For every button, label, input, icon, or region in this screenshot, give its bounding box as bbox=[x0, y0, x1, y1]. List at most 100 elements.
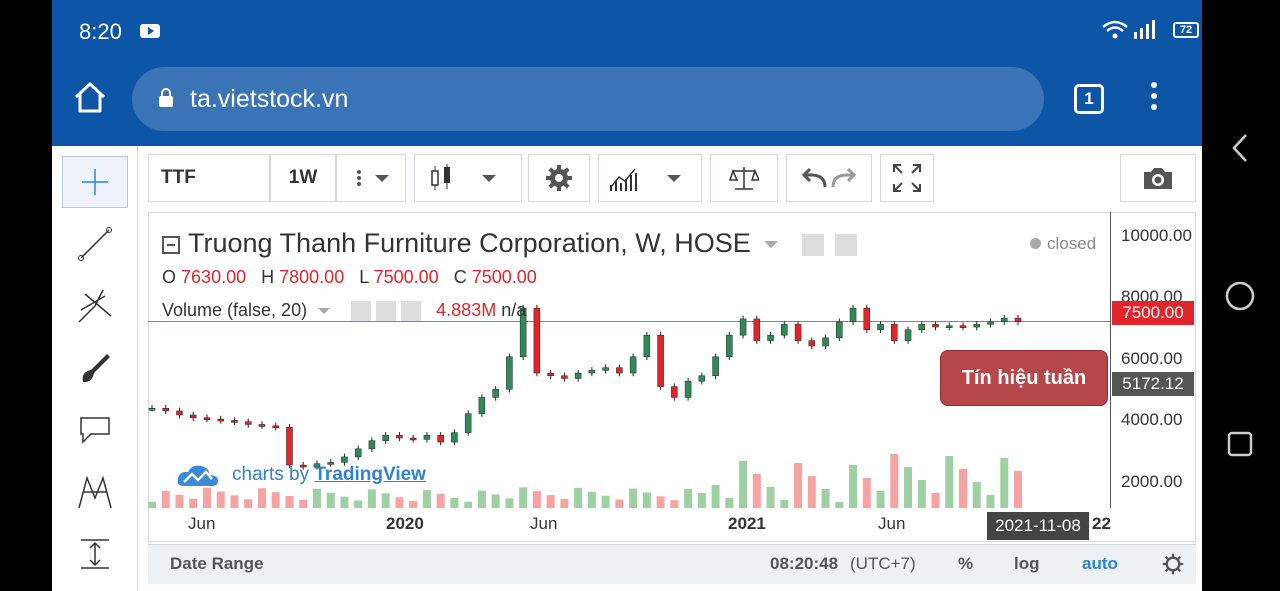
browser-menu-icon[interactable] bbox=[1149, 82, 1159, 116]
battery-icon: 72 bbox=[1173, 22, 1199, 38]
candle-body bbox=[464, 413, 472, 433]
candle-body bbox=[918, 324, 926, 331]
volume-bar bbox=[945, 456, 954, 508]
pitchfork-icon bbox=[78, 289, 112, 323]
tradingview-branding[interactable]: charts by TradingView bbox=[176, 462, 426, 488]
high-label: H bbox=[261, 267, 275, 287]
candle-body bbox=[849, 307, 857, 322]
volume-bar bbox=[794, 463, 803, 508]
interval-button[interactable]: 1W bbox=[270, 154, 336, 202]
candle-body bbox=[368, 440, 376, 450]
compare-button[interactable] bbox=[710, 154, 778, 202]
volume-bar bbox=[189, 498, 198, 508]
gear-icon[interactable] bbox=[835, 233, 858, 256]
volume-bar bbox=[931, 493, 940, 508]
volume-bar bbox=[876, 491, 885, 508]
tab-switcher-button[interactable]: 1 bbox=[1074, 84, 1104, 114]
eye-icon[interactable] bbox=[801, 233, 824, 256]
volume-bar bbox=[656, 496, 665, 508]
candle-body bbox=[574, 372, 582, 379]
candle-body bbox=[162, 407, 169, 412]
volume-bar bbox=[670, 500, 679, 508]
url-bar[interactable]: ta.vietstock.vn bbox=[132, 67, 1044, 131]
timezone-button[interactable]: (UTC+7) bbox=[850, 554, 916, 574]
pattern-tool[interactable] bbox=[62, 466, 128, 518]
volume-bar bbox=[340, 496, 349, 508]
volume-bar bbox=[395, 497, 404, 508]
percent-toggle[interactable]: % bbox=[958, 554, 973, 574]
x-tick: Jun bbox=[530, 514, 558, 533]
gear-icon[interactable] bbox=[1162, 553, 1184, 575]
volume-bar bbox=[904, 467, 913, 508]
volume-bar bbox=[381, 493, 390, 508]
recents-icon[interactable] bbox=[1226, 430, 1254, 458]
pitchfork-tool[interactable] bbox=[62, 280, 128, 332]
high-value: 7800.00 bbox=[279, 267, 345, 287]
signal-icon bbox=[1134, 20, 1155, 39]
wifi-icon bbox=[1102, 20, 1128, 39]
candle-body bbox=[1001, 317, 1008, 322]
symbol-input[interactable]: TTF bbox=[148, 154, 270, 202]
home-circle-icon[interactable] bbox=[1224, 280, 1256, 312]
volume-bar bbox=[986, 495, 995, 508]
brush-tool[interactable] bbox=[62, 342, 128, 394]
volume-bar bbox=[601, 495, 610, 508]
price-axis[interactable]: 10000.00 8000.00 6000.00 4000.00 2000.00 bbox=[1110, 212, 1196, 508]
candle-body bbox=[863, 307, 871, 331]
volume-bar bbox=[244, 499, 253, 508]
candle-body bbox=[217, 418, 224, 422]
candle-body bbox=[244, 421, 252, 425]
candle-body bbox=[987, 321, 994, 325]
close-icon[interactable] bbox=[401, 301, 422, 322]
crosshair-tool[interactable] bbox=[62, 156, 128, 208]
undo-icon[interactable] bbox=[799, 165, 829, 191]
chart-type-button[interactable] bbox=[414, 154, 522, 202]
candle-body bbox=[739, 318, 747, 336]
volume-bar bbox=[450, 497, 459, 508]
indicators-button[interactable] bbox=[598, 154, 702, 202]
date-range-button[interactable]: Date Range bbox=[170, 554, 264, 574]
eye-icon[interactable] bbox=[351, 301, 372, 322]
volume-bar bbox=[739, 461, 748, 508]
candle-body bbox=[492, 389, 499, 398]
volume-value: 4.883M bbox=[436, 300, 497, 320]
candle-body bbox=[533, 307, 541, 374]
chevron-down-icon[interactable] bbox=[318, 308, 331, 315]
measure-tool[interactable] bbox=[62, 528, 128, 580]
candle-body bbox=[602, 367, 609, 371]
gear-icon[interactable] bbox=[376, 301, 397, 322]
volume-bar bbox=[684, 489, 693, 508]
volume-bar bbox=[821, 489, 830, 508]
auto-toggle[interactable]: auto bbox=[1082, 554, 1118, 574]
volume-bar bbox=[835, 502, 844, 508]
candle-body bbox=[684, 380, 692, 398]
fullscreen-button[interactable] bbox=[880, 154, 934, 202]
volume-bar bbox=[711, 485, 720, 508]
candle-body bbox=[561, 375, 568, 379]
volume-bar bbox=[780, 500, 789, 508]
settings-button[interactable] bbox=[528, 154, 590, 202]
pattern-icon bbox=[78, 475, 112, 509]
candle-body bbox=[959, 325, 967, 328]
callout-tool[interactable] bbox=[62, 404, 128, 456]
branding-link[interactable]: TradingView bbox=[314, 464, 426, 485]
candle-body bbox=[877, 324, 884, 331]
market-status: closed bbox=[1030, 234, 1096, 254]
redo-icon[interactable] bbox=[829, 165, 859, 191]
volume-bar bbox=[862, 478, 871, 508]
log-toggle[interactable]: log bbox=[1014, 554, 1040, 574]
signal-callout[interactable]: Tín hiệu tuần bbox=[940, 350, 1108, 406]
volume-bar bbox=[299, 499, 308, 508]
candle-body bbox=[437, 435, 444, 443]
close-value: 7500.00 bbox=[471, 267, 537, 287]
interval-dropdown[interactable] bbox=[336, 154, 406, 202]
home-icon[interactable] bbox=[72, 80, 108, 116]
volume-bar bbox=[546, 495, 555, 508]
candle-body bbox=[932, 324, 939, 328]
collapse-icon[interactable] bbox=[162, 235, 180, 254]
candle-body bbox=[671, 386, 678, 398]
trend-line-tool[interactable] bbox=[62, 218, 128, 270]
back-icon[interactable] bbox=[1230, 133, 1250, 163]
chevron-down-icon[interactable] bbox=[764, 241, 779, 249]
screenshot-button[interactable] bbox=[1120, 154, 1196, 202]
